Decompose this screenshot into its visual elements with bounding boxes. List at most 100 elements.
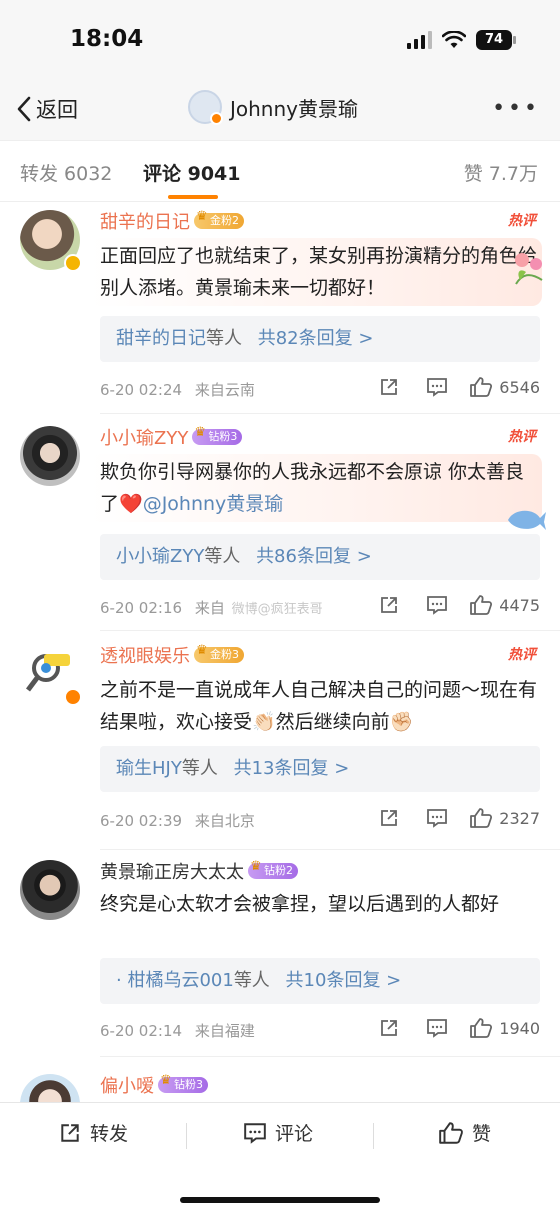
signal-icon <box>407 31 432 49</box>
hot-comment-badge: 热评 <box>508 213 536 229</box>
reply-count[interactable]: 共13条回复 > <box>234 758 350 779</box>
fan-badge: 金粉3 <box>194 644 244 663</box>
avatar[interactable] <box>20 1074 80 1102</box>
comment-time: 6-20 02:39 <box>100 812 183 830</box>
reply-user[interactable]: 甜辛的日记 <box>116 328 206 349</box>
comment-item: 小小瑜ZYY 钻粉3 热评 欺负你引导网暴你的人我永远都不会原谅 你太善良了❤️… <box>0 418 560 631</box>
like-button[interactable]: 1940 <box>469 1017 540 1039</box>
hot-comment-badge: 热评 <box>508 647 536 663</box>
fan-badge: 钻粉2 <box>248 860 298 879</box>
reply-count[interactable]: 共82条回复 > <box>258 328 374 349</box>
tab-comments[interactable]: 评论 9041 <box>143 159 241 186</box>
like-button[interactable]: 2327 <box>469 807 540 829</box>
like-label: 赞 <box>472 1123 492 1145</box>
reply-count[interactable]: 共86条回复 > <box>256 546 372 567</box>
avatar[interactable] <box>20 210 82 272</box>
comment-button[interactable]: 评论 <box>243 1119 313 1146</box>
status-time: 18:04 <box>70 26 144 52</box>
back-button[interactable]: 返回 <box>16 94 78 124</box>
thumbs-up-icon <box>470 1018 493 1038</box>
divider <box>100 849 560 850</box>
reply-user[interactable]: 小小瑜ZYY <box>116 546 204 567</box>
comment-time: 6-20 02:14 <box>100 1022 183 1040</box>
reply-user[interactable]: · 柑橘乌云001 <box>116 970 234 991</box>
reply-summary[interactable]: 甜辛的日记等人 共82条回复 > <box>100 316 540 362</box>
like-button[interactable]: 6546 <box>469 376 540 398</box>
like-count: 1940 <box>499 1018 540 1038</box>
comment-location: 来自 <box>194 599 225 617</box>
comment-text: 正面回应了也就结束了，某女别再扮演精分的角色给别人添堵。黄景瑜未来一切都好！ <box>100 245 538 299</box>
username[interactable]: 偏小嗳 <box>100 1072 154 1098</box>
reply-summary[interactable]: 小小瑜ZYY等人 共86条回复 > <box>100 534 540 580</box>
fan-badge: 钻粉3 <box>158 1074 208 1093</box>
like-count: 2327 <box>499 808 540 828</box>
comment-icon <box>244 1122 266 1144</box>
share-icon[interactable] <box>365 1017 413 1039</box>
bottom-action-bar: 转发 评论 赞 <box>0 1102 560 1215</box>
comment-meta: 6-20 02:16 来自 微博@疯狂表哥 <box>100 597 323 618</box>
comment-list: 甜辛的日记 金粉2 热评 正面回应了也就结束了，某女别再扮演精分的角色给别人添堵… <box>0 202 560 1102</box>
comment-location: 来自福建 <box>194 1022 255 1040</box>
watermark: 微博@疯狂表哥 <box>231 602 323 617</box>
thumbs-up-icon <box>470 808 493 828</box>
like-button[interactable]: 赞 <box>438 1119 491 1146</box>
reply-count[interactable]: 共10条回复 > <box>286 970 402 991</box>
comment-location: 来自北京 <box>194 812 255 830</box>
tab-likes[interactable]: 赞 7.7万 <box>464 159 538 186</box>
like-button[interactable]: 4475 <box>469 594 540 616</box>
status-bar: 18:04 74 <box>0 0 560 80</box>
comment-icon[interactable] <box>413 1017 461 1039</box>
nav-title[interactable]: Johnny黄景瑜 <box>188 90 358 125</box>
more-icon[interactable]: ••• <box>492 96 540 121</box>
tab-bar: 转发 6032 评论 9041 赞 7.7万 <box>0 140 560 202</box>
like-count: 4475 <box>499 595 540 615</box>
comment-icon[interactable] <box>413 376 461 398</box>
reply-user[interactable]: 瑜生HJY <box>116 758 182 779</box>
comment-actions: 1940 <box>365 1017 540 1039</box>
reply-summary[interactable]: 瑜生HJY等人 共13条回复 > <box>100 746 540 792</box>
tab-repost[interactable]: 转发 6032 <box>20 159 112 186</box>
comment-meta: 6-20 02:39 来自北京 <box>100 810 255 831</box>
comment-actions: 2327 <box>365 807 540 829</box>
comment-text: 欺负你引导网暴你的人我永远都不会原谅 你太善良了❤️@Johnny黄景瑜 <box>100 461 525 515</box>
verified-icon <box>64 688 82 706</box>
thumbs-up-icon <box>439 1121 463 1144</box>
fan-badge: 钻粉3 <box>192 426 243 445</box>
avatar <box>188 90 223 125</box>
comment-item: 黄景瑜正房大太太 钻粉2 终究是心太软才会被拿捏，望以后遇到的人都好 · 柑橘乌… <box>0 852 560 1064</box>
battery-icon: 74 <box>476 30 516 50</box>
username[interactable]: 透视眼娱乐 <box>100 642 190 668</box>
thumbs-up-icon <box>470 595 493 615</box>
chevron-left-icon <box>17 96 31 122</box>
comment-item: 甜辛的日记 金粉2 热评 正面回应了也就结束了，某女别再扮演精分的角色给别人添堵… <box>0 202 560 414</box>
comment-icon[interactable] <box>413 594 461 616</box>
reply-summary[interactable]: · 柑橘乌云001等人 共10条回复 > <box>100 958 540 1004</box>
avatar[interactable] <box>20 644 82 706</box>
username[interactable]: 甜辛的日记 <box>100 208 190 234</box>
comment-time: 6-20 02:16 <box>100 599 183 617</box>
avatar[interactable] <box>20 426 80 486</box>
share-icon[interactable] <box>365 594 413 616</box>
thumbs-up-icon <box>470 377 493 397</box>
divider <box>100 413 560 414</box>
share-icon <box>61 1123 79 1142</box>
avatar[interactable] <box>20 860 80 920</box>
comment-text: 之前不是一直说成年人自己解决自己的问题～现在有结果啦，欢心接受👏🏻然后继续向前✊… <box>100 679 538 733</box>
comment-meta: 6-20 02:24 来自云南 <box>100 379 255 400</box>
share-icon[interactable] <box>365 376 413 398</box>
comment-time: 6-20 02:24 <box>100 381 183 399</box>
repost-button[interactable]: 转发 <box>58 1119 128 1146</box>
wifi-icon <box>442 31 466 48</box>
heart-emoji: ❤️ <box>119 493 143 515</box>
comment-item: 透视眼娱乐 金粉3 热评 之前不是一直说成年人自己解决自己的问题～现在有结果啦，… <box>0 636 560 850</box>
username[interactable]: 黄景瑜正房大太太 <box>100 858 244 884</box>
comment-actions: 4475 <box>365 594 540 616</box>
comment-icon[interactable] <box>413 807 461 829</box>
back-label: 返回 <box>36 98 78 122</box>
verified-icon <box>210 112 223 125</box>
whale-sticker-icon <box>508 510 546 530</box>
share-icon[interactable] <box>365 807 413 829</box>
mention-link[interactable]: @Johnny黄景瑜 <box>143 493 284 515</box>
comment-text: 终究是心太软才会被拿捏，望以后遇到的人都好 <box>100 893 500 915</box>
username[interactable]: 小小瑜ZYY <box>100 424 188 450</box>
